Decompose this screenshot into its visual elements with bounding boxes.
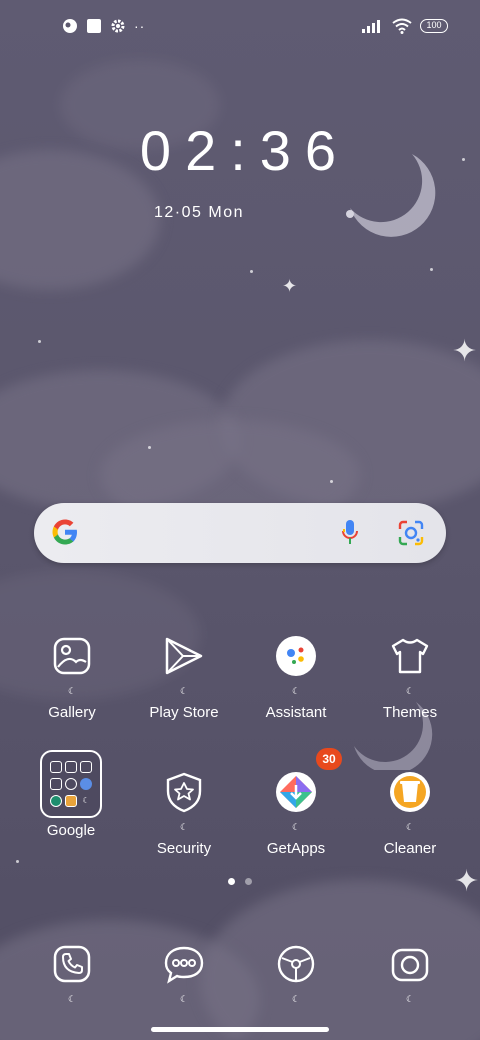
app-assistant[interactable]: ☾ Assistant xyxy=(240,626,352,721)
page-dot[interactable] xyxy=(245,878,252,885)
wifi-icon xyxy=(392,18,412,34)
camera-icon xyxy=(391,948,429,982)
mic-icon[interactable] xyxy=(340,519,360,547)
square-notification-icon xyxy=(87,19,101,33)
mini-app-icon xyxy=(80,778,92,790)
mini-app-icon xyxy=(65,778,77,790)
getapps-icon xyxy=(276,772,316,812)
moon-icon: ☾ xyxy=(179,994,189,1004)
app-label: Themes xyxy=(382,704,438,721)
app-themes[interactable]: ☾ Themes xyxy=(354,626,466,721)
app-label: Cleaner xyxy=(383,840,437,857)
mini-app-icon xyxy=(80,761,92,773)
app-label: Security xyxy=(156,840,212,857)
gallery-icon xyxy=(53,637,91,675)
status-bar: ·· 100 xyxy=(0,14,480,42)
app-label: Assistant xyxy=(265,704,327,721)
moon-icon: ☾ xyxy=(405,994,415,1004)
app-cleaner[interactable]: ☾ Cleaner xyxy=(354,762,466,857)
mini-app-icon xyxy=(50,761,62,773)
page-indicator xyxy=(228,878,252,885)
battery-icon: 100 xyxy=(420,19,448,33)
moon-icon: ☾ xyxy=(67,994,77,1004)
signal-icon xyxy=(362,20,380,33)
google-search-bar[interactable] xyxy=(34,503,446,563)
dock-messages[interactable]: ☾ xyxy=(128,934,240,1004)
mini-app-icon xyxy=(65,761,77,773)
phone-icon xyxy=(53,945,91,983)
dock-browser[interactable]: ☾ xyxy=(240,934,352,1004)
lens-icon[interactable] xyxy=(398,520,424,546)
dock-phone[interactable]: ☾ xyxy=(16,934,128,1004)
app-label: Google xyxy=(46,822,96,839)
app-label: GetApps xyxy=(266,840,326,857)
app-security[interactable]: ☾ Security xyxy=(128,762,240,857)
app-gallery[interactable]: ☾ Gallery xyxy=(16,626,128,721)
mini-app-icon: ☾ xyxy=(82,796,90,805)
app-label: Gallery xyxy=(48,704,96,721)
moon-icon: ☾ xyxy=(67,686,77,696)
moon-icon: ☾ xyxy=(291,994,301,1004)
battery-level: 100 xyxy=(426,20,442,30)
moon-icon: ☾ xyxy=(291,686,301,696)
mini-app-icon xyxy=(50,778,62,790)
page-dot-active[interactable] xyxy=(228,878,235,885)
themes-icon xyxy=(391,638,429,674)
notification-badge: 30 xyxy=(316,748,342,770)
moon-icon: ☾ xyxy=(405,822,415,832)
moon-icon: ☾ xyxy=(405,686,415,696)
play-store-icon xyxy=(165,637,203,675)
google-g-icon xyxy=(52,519,77,545)
mini-app-icon xyxy=(65,795,77,807)
settings-gear-icon xyxy=(111,19,125,33)
app-notification-icon xyxy=(63,19,77,33)
moon-icon: ☾ xyxy=(179,686,189,696)
app-folder-google[interactable]: ☾ Google xyxy=(15,750,127,839)
app-getapps[interactable]: 30 ☾ GetApps xyxy=(240,748,352,857)
security-icon xyxy=(166,772,202,813)
mini-app-icon xyxy=(50,795,62,807)
app-play-store[interactable]: ☾ Play Store xyxy=(128,626,240,721)
clock-time[interactable]: 02:36 xyxy=(0,118,480,183)
browser-icon xyxy=(277,945,315,983)
dock-camera[interactable]: ☾ xyxy=(354,934,466,1004)
assistant-icon xyxy=(276,636,316,676)
home-indicator[interactable] xyxy=(151,1027,329,1032)
moon-icon: ☾ xyxy=(179,822,189,832)
moon-icon: ☾ xyxy=(291,822,301,832)
app-label: Play Store xyxy=(149,704,219,721)
folder-icon: ☾ xyxy=(40,750,102,818)
more-dots-icon: ·· xyxy=(134,18,146,34)
cleaner-icon xyxy=(390,772,430,812)
clock-date[interactable]: 12·05 Mon xyxy=(154,204,244,222)
messages-icon xyxy=(164,946,204,984)
